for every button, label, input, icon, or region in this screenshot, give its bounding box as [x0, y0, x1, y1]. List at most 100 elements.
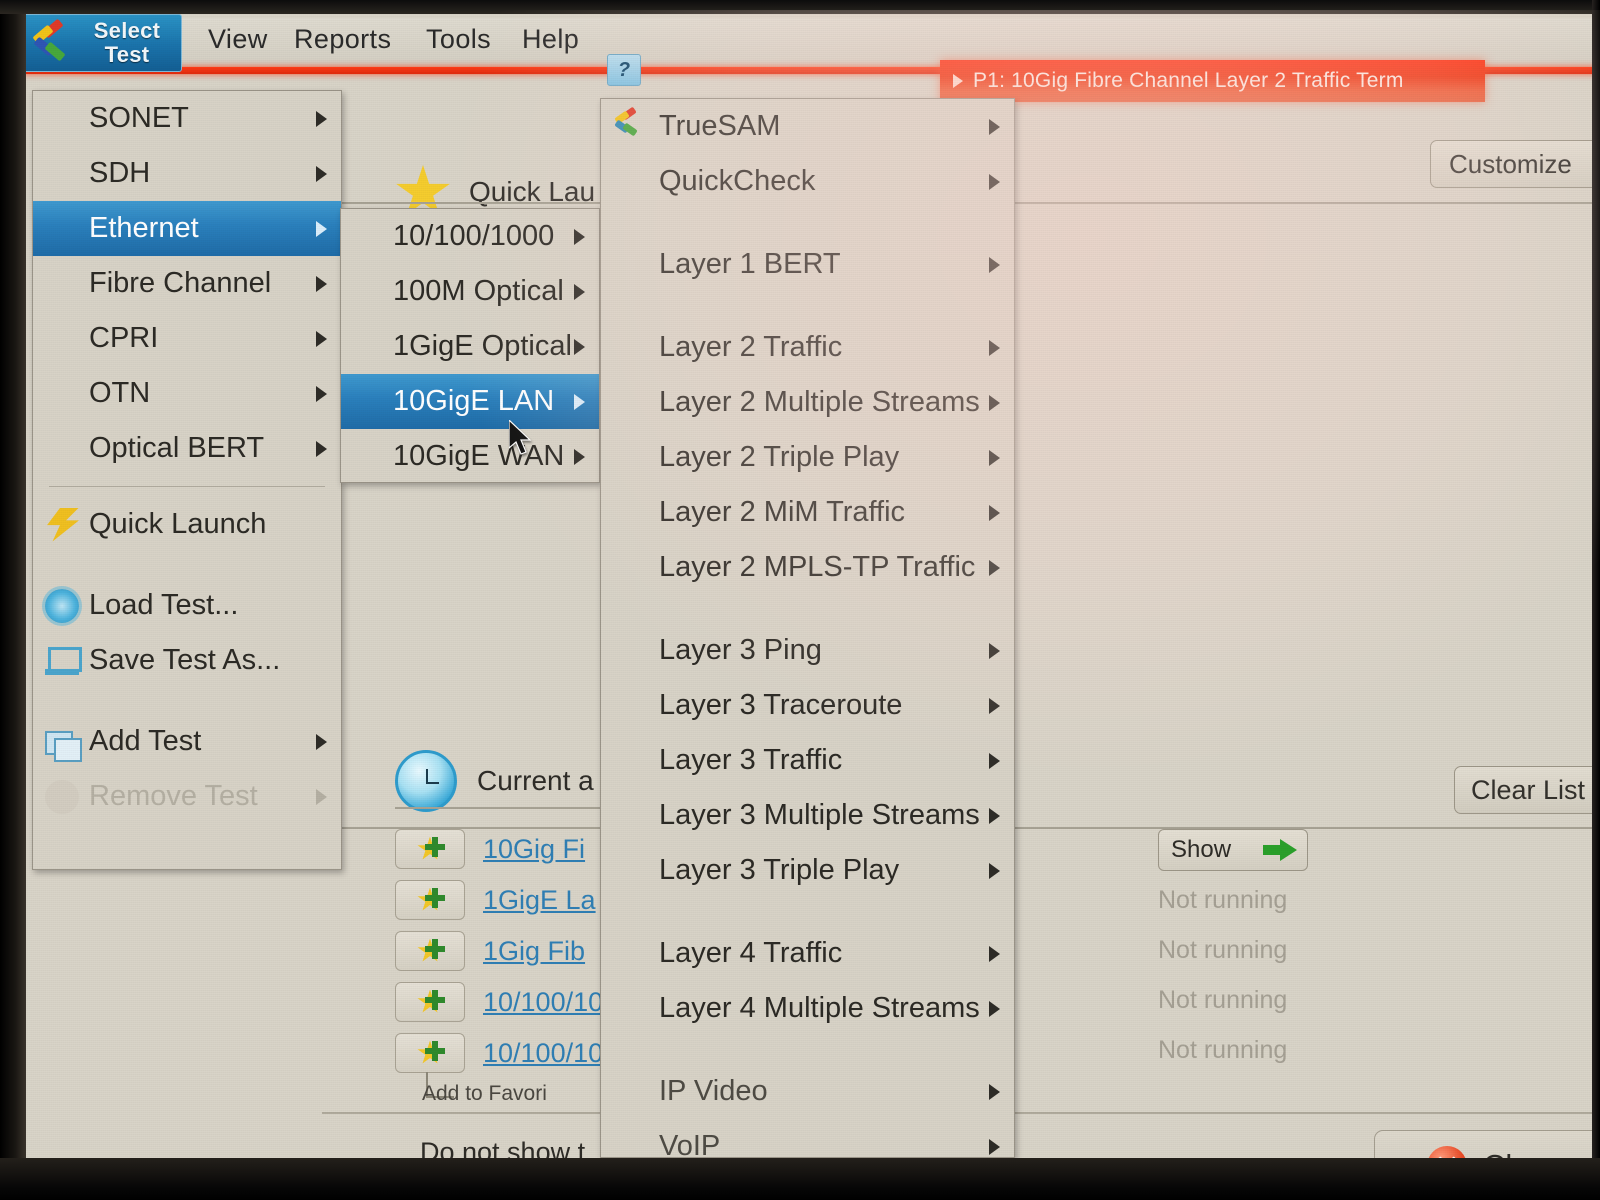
- submenu-arrow-icon: [989, 119, 1000, 135]
- menu-divider: [49, 486, 325, 487]
- menu-item-layer-2-mpls-tp-traffic[interactable]: Layer 2 MPLS-TP Traffic: [601, 540, 1014, 595]
- submenu-arrow-icon: [316, 276, 327, 292]
- menu-item-fibre-channel[interactable]: Fibre Channel: [33, 256, 341, 311]
- menu-item-label: QuickCheck: [659, 165, 815, 198]
- recent-test-link[interactable]: 1Gig Fib: [483, 936, 585, 967]
- menu-item-10gige-wan[interactable]: 10GigE WAN: [341, 429, 599, 484]
- menu-item-label: IP Video: [659, 1075, 768, 1108]
- menu-item-optical-bert[interactable]: Optical BERT: [33, 421, 341, 476]
- menu-item-ethernet[interactable]: Ethernet: [33, 201, 341, 256]
- truesam-icon: [613, 110, 647, 144]
- menu-item-add-test[interactable]: Add Test: [33, 714, 341, 769]
- recent-test-link[interactable]: 10Gig Fi: [483, 834, 585, 865]
- active-test-tab[interactable]: P1: 10Gig Fibre Channel Layer 2 Traffic …: [940, 60, 1485, 102]
- menu-item-label: Layer 3 Traffic: [659, 744, 842, 777]
- menu-item-truesam[interactable]: TrueSAM: [601, 99, 1014, 154]
- menu-item-layer-2-triple-play[interactable]: Layer 2 Triple Play: [601, 430, 1014, 485]
- application-window: Quick Lau Press the Custo Customize Curr…: [22, 10, 1600, 1170]
- add-favorite-button[interactable]: [395, 982, 465, 1022]
- select-test-button-label: Select Test: [79, 19, 175, 67]
- ethernet-submenu: 10/100/1000 100M Optical 1GigE Optical 1…: [340, 208, 600, 483]
- menu-item-label: Optical BERT: [89, 432, 264, 465]
- clear-list-button[interactable]: Clear List: [1454, 766, 1600, 814]
- menu-item-label: Layer 3 Triple Play: [659, 854, 899, 887]
- menu-item-layer-3-ping[interactable]: Layer 3 Ping: [601, 623, 1014, 678]
- menu-item-quickcheck[interactable]: QuickCheck: [601, 154, 1014, 209]
- submenu-arrow-icon: [316, 166, 327, 182]
- plus-icon: [425, 939, 445, 959]
- add-favorite-button[interactable]: [395, 829, 465, 869]
- submenu-arrow-icon: [316, 386, 327, 402]
- menu-help[interactable]: Help: [522, 24, 579, 55]
- menu-item-layer-2-multiple-streams[interactable]: Layer 2 Multiple Streams: [601, 375, 1014, 430]
- pinwheel-logo-icon: [29, 22, 73, 64]
- menu-tools[interactable]: Tools: [426, 24, 491, 55]
- menu-item-1gige-optical[interactable]: 1GigE Optical: [341, 319, 599, 374]
- clear-list-button-label: Clear List: [1471, 775, 1585, 806]
- menu-item-ip-video[interactable]: IP Video: [601, 1064, 1014, 1119]
- menu-item-otn[interactable]: OTN: [33, 366, 341, 421]
- add-favorite-button[interactable]: [395, 931, 465, 971]
- menu-item-label: Layer 3 Ping: [659, 634, 822, 667]
- menu-item-quick-launch[interactable]: Quick Launch: [33, 497, 341, 552]
- current-activity-header: Current a: [395, 750, 594, 812]
- submenu-arrow-icon: [316, 221, 327, 237]
- current-activity-label: Current a: [477, 765, 594, 797]
- show-button[interactable]: Show: [1158, 829, 1308, 871]
- test-type-submenu: TrueSAM QuickCheck Layer 1 BERT Layer 2 …: [600, 98, 1015, 1158]
- menu-item-sdh[interactable]: SDH: [33, 146, 341, 201]
- submenu-arrow-icon: [989, 505, 1000, 521]
- menu-item-label: Layer 2 Traffic: [659, 331, 842, 364]
- menu-item-label: Load Test...: [89, 589, 238, 622]
- add-favorite-button[interactable]: [395, 880, 465, 920]
- submenu-arrow-icon: [989, 1139, 1000, 1155]
- add-to-favorites-label[interactable]: Add to Favori: [422, 1082, 547, 1106]
- menu-item-layer-3-multiple-streams[interactable]: Layer 3 Multiple Streams: [601, 788, 1014, 843]
- submenu-arrow-icon: [316, 441, 327, 457]
- device-screen-frame: Quick Lau Press the Custo Customize Curr…: [0, 0, 1600, 1200]
- submenu-arrow-icon: [989, 560, 1000, 576]
- recent-test-link[interactable]: 10/100/10: [483, 1038, 603, 1069]
- recent-test-link[interactable]: 1GigE La: [483, 885, 596, 916]
- menu-item-layer-2-traffic[interactable]: Layer 2 Traffic: [601, 320, 1014, 375]
- menu-item-label: Layer 3 Traceroute: [659, 689, 902, 722]
- submenu-arrow-icon: [574, 449, 585, 465]
- clock-icon: [395, 750, 457, 812]
- menu-item-save-test-as[interactable]: Save Test As...: [33, 633, 341, 688]
- show-button-label: Show: [1171, 836, 1231, 864]
- play-triangle-icon: [953, 74, 963, 88]
- recent-test-link[interactable]: 10/100/10: [483, 987, 603, 1018]
- add-favorite-button[interactable]: [395, 1033, 465, 1073]
- menu-item-label: Layer 2 Multiple Streams: [659, 386, 980, 419]
- menu-item-label: OTN: [89, 377, 150, 410]
- menu-item-load-test[interactable]: Load Test...: [33, 578, 341, 633]
- customize-button[interactable]: Customize: [1430, 140, 1600, 188]
- green-arrow-icon: [1263, 839, 1297, 861]
- submenu-arrow-icon: [989, 1001, 1000, 1017]
- menu-item-10gige-lan[interactable]: 10GigE LAN: [341, 374, 599, 429]
- menu-reports[interactable]: Reports: [294, 24, 391, 55]
- submenu-arrow-icon: [989, 257, 1000, 273]
- submenu-arrow-icon: [989, 174, 1000, 190]
- submenu-arrow-icon: [316, 111, 327, 127]
- submenu-arrow-icon: [989, 340, 1000, 356]
- bezel-bottom: [0, 1158, 1600, 1200]
- menu-view[interactable]: View: [208, 24, 268, 55]
- menu-item-label: Layer 3 Multiple Streams: [659, 799, 980, 832]
- menu-item-layer-2-mim-traffic[interactable]: Layer 2 MiM Traffic: [601, 485, 1014, 540]
- menu-item-layer-3-traceroute[interactable]: Layer 3 Traceroute: [601, 678, 1014, 733]
- help-question-icon[interactable]: ?: [607, 54, 641, 86]
- select-test-button[interactable]: Select Test: [22, 14, 182, 72]
- status-badge: Not running: [1158, 886, 1287, 915]
- menu-item-layer-1-bert[interactable]: Layer 1 BERT: [601, 237, 1014, 292]
- menu-item-sonet[interactable]: SONET: [33, 91, 341, 146]
- menu-item-layer-4-multiple-streams[interactable]: Layer 4 Multiple Streams: [601, 981, 1014, 1036]
- menu-item-cpri[interactable]: CPRI: [33, 311, 341, 366]
- menu-item-100m-optical[interactable]: 100M Optical: [341, 264, 599, 319]
- menu-item-layer-3-triple-play[interactable]: Layer 3 Triple Play: [601, 843, 1014, 898]
- menu-item-layer-3-traffic[interactable]: Layer 3 Traffic: [601, 733, 1014, 788]
- submenu-arrow-icon: [574, 229, 585, 245]
- menu-item-layer-4-traffic[interactable]: Layer 4 Traffic: [601, 926, 1014, 981]
- submenu-arrow-icon: [989, 450, 1000, 466]
- menu-item-10-100-1000[interactable]: 10/100/1000: [341, 209, 599, 264]
